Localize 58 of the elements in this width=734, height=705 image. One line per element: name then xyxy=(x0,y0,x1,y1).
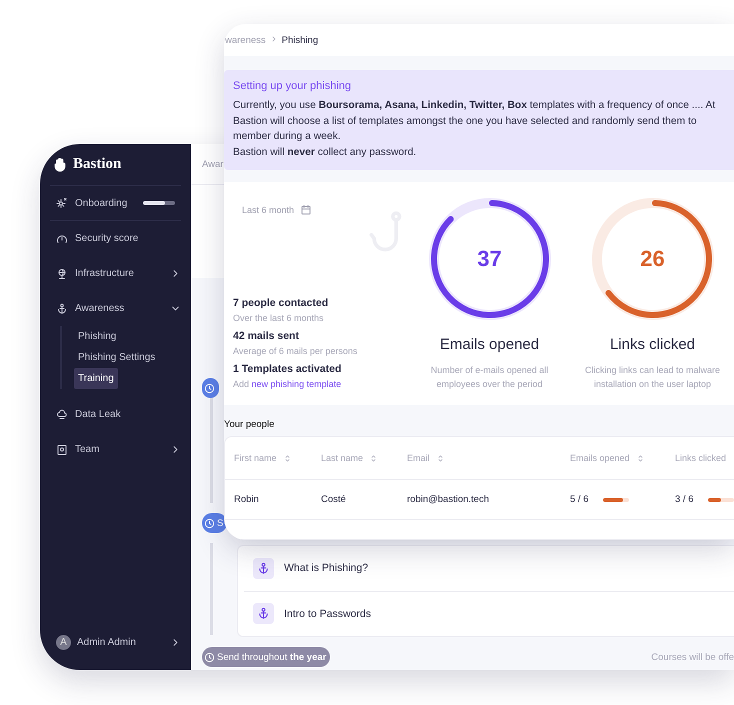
sort-icon xyxy=(436,454,445,462)
table-cell: 3 / 6 xyxy=(675,494,694,505)
gauge-icon xyxy=(56,232,68,244)
meter-description: Number of e-mails opened all employees over the period xyxy=(430,364,550,391)
table-cell: 5 / 6 xyxy=(570,494,588,505)
section-title: Your people xyxy=(224,419,276,430)
course-item[interactable]: What is Phishing? xyxy=(244,546,734,590)
anchor-icon xyxy=(56,302,68,314)
stat-detail: Add new phishing template xyxy=(233,379,342,389)
sidebar-item[interactable]: Team xyxy=(50,432,181,467)
stat-value: 42 mails sent xyxy=(233,330,300,342)
sort-icon xyxy=(282,454,292,462)
stat-detail: Average of 6 mails per persons xyxy=(233,346,358,356)
sidebar-item[interactable]: Onboarding xyxy=(50,186,181,221)
course-item[interactable]: Intro to Passwords xyxy=(244,590,734,636)
avatar: A xyxy=(56,635,71,650)
anchor-icon xyxy=(257,562,270,575)
meter-description: Clicking links can lead to malware installation on the user laptop xyxy=(584,364,722,391)
user-menu[interactable]: A Admin Admin xyxy=(50,635,181,650)
submenu-item[interactable]: Phishing Settings xyxy=(74,347,160,368)
banner-title: Setting up your phishing xyxy=(233,80,352,92)
breadcrumb-item[interactable]: Phishing xyxy=(282,34,318,46)
stat-value: 1 Templates activated xyxy=(233,363,342,375)
hand-icon xyxy=(52,156,68,172)
sidebar-item[interactable]: Awareness xyxy=(50,291,181,326)
logo-text: Bastion xyxy=(73,156,122,173)
sort-icon xyxy=(636,454,645,462)
banner-text: member during a week. xyxy=(233,130,342,144)
meter-label: Links clicked xyxy=(610,336,696,353)
sidebar-item[interactable]: Security score xyxy=(50,221,181,256)
banner-text: Bastion will never collect any password. xyxy=(233,146,418,160)
meter-label: Emails opened xyxy=(440,336,540,353)
banner-text: Currently, you use Boursorama, Asana, Linkedin, Twitter, Box templates with a frequency of once .... At xyxy=(233,99,716,113)
stat-detail: Over the last 6 months xyxy=(233,313,325,323)
badge-icon xyxy=(56,444,68,456)
globe-icon xyxy=(56,268,68,280)
banner-text: Bastion will choose a list of templates amongst the one you have selected and randomly send them to xyxy=(233,114,698,128)
clock-icon xyxy=(204,382,215,394)
template-link[interactable]: new phishing template xyxy=(252,379,342,389)
table-cell-text: Robin xyxy=(234,494,260,505)
sidebar-item[interactable]: Data Leak xyxy=(50,397,181,432)
anchor-icon xyxy=(257,607,270,620)
schedule-tag: S xyxy=(202,513,228,533)
courses-note: Courses will be offe xyxy=(651,652,734,662)
stat-value: 7 people contacted xyxy=(233,297,330,309)
schedule-tag: Send throughout the year xyxy=(202,647,330,667)
sidebar-item[interactable]: Infrastructure xyxy=(50,256,181,291)
clock-icon xyxy=(204,518,215,528)
submenu-item[interactable]: Training xyxy=(74,368,118,389)
clock-icon xyxy=(204,652,215,662)
table-cell-text: Costé xyxy=(321,494,347,505)
meter-value: 26 xyxy=(640,246,665,272)
meter-value: 37 xyxy=(477,246,502,272)
submenu-item[interactable]: Phishing xyxy=(74,326,120,347)
cloud-icon xyxy=(56,408,68,420)
table-cell-text: robin@bastion.tech xyxy=(407,494,490,505)
calendar-icon xyxy=(300,204,312,216)
sort-icon xyxy=(369,454,378,462)
